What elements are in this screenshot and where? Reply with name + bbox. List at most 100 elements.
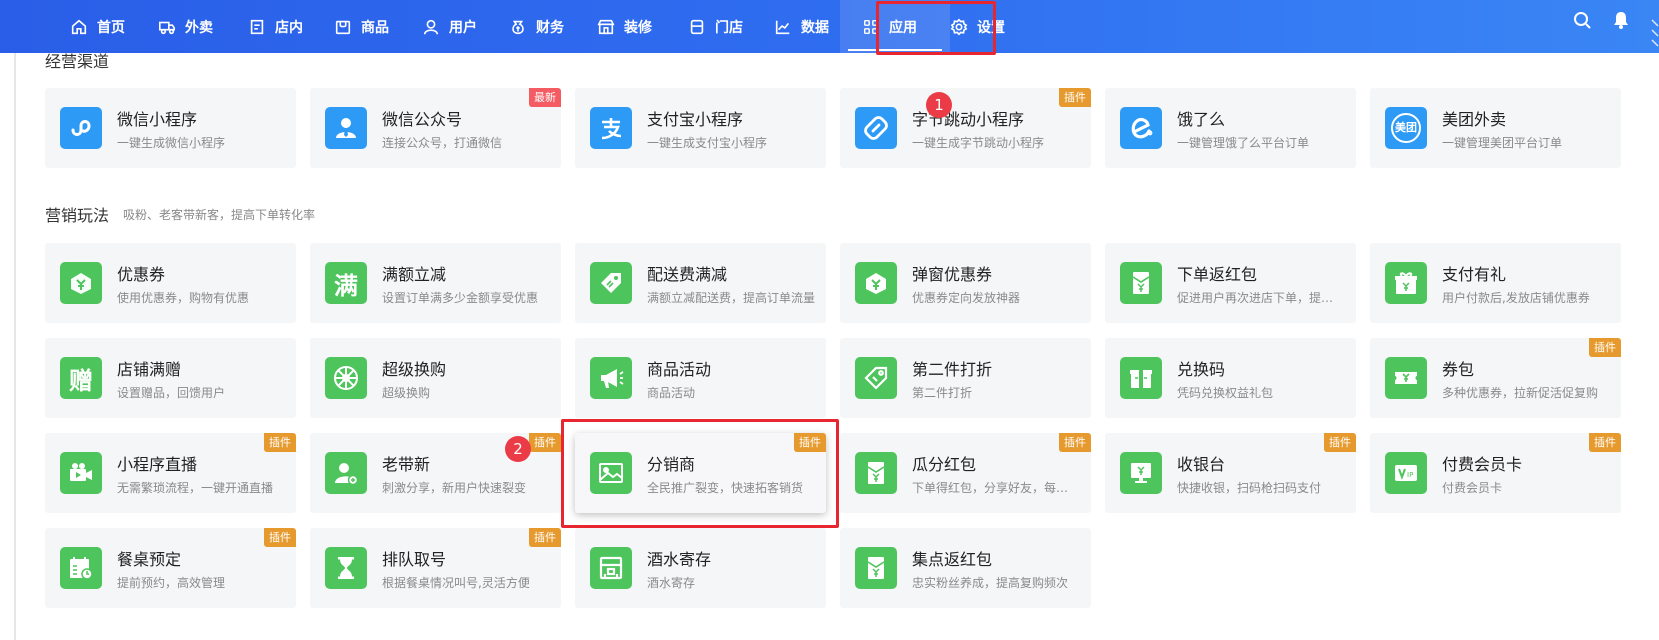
invite-user-icon — [325, 452, 367, 494]
nav-label: 店内 — [275, 19, 303, 36]
search-icon[interactable] — [1572, 10, 1592, 30]
meituan-icon: 美团 — [1385, 107, 1427, 149]
marketing-card-full-reduction[interactable]: 满 满额立减 设置订单满多少金额享受优惠 — [310, 243, 561, 323]
card-desc: 下单得红包，分享好友，每人领一份 — [912, 481, 1080, 495]
redeem-code-icon — [1120, 357, 1162, 399]
channel-card-wechat-mini[interactable]: 微信小程序 一键生成微信小程序 — [45, 88, 296, 168]
channel-card-eleme[interactable]: 饿了么 一键管理饿了么平台订单 — [1105, 88, 1356, 168]
cashier-icon — [1120, 452, 1162, 494]
marketing-card-coupon[interactable]: 优惠券 使用优惠券，购物有优惠 — [45, 243, 296, 323]
card-title: 老带新 — [382, 455, 431, 474]
channel-card-wechat-oa[interactable]: 微信公众号 连接公众号，打通微信 最新 — [310, 88, 561, 168]
marketing-card-live[interactable]: 小程序直播 无需繁琐流程，一键开通直播 插件 — [45, 433, 296, 513]
calendar-icon — [60, 547, 102, 589]
top-nav-bar: 首页 外卖 店内 商品 用户 财务 装修 门店 数据 应用 设置 — [0, 0, 1659, 53]
card-title: 下单返红包 — [1177, 265, 1258, 284]
card-title: 瓜分红包 — [912, 455, 977, 474]
card-desc: 满额立减配送费，提高订单流量 — [647, 291, 815, 305]
delivery-icon — [158, 21, 176, 34]
marketing-card-second-discount[interactable]: 第二件打折 第二件打折 — [840, 338, 1091, 418]
marketing-card-queue[interactable]: 排队取号 根据餐桌情况叫号,灵活方便 插件 — [310, 528, 561, 608]
discount-tag-icon — [855, 357, 897, 399]
marketing-card-popup-coupon[interactable]: 弹窗优惠券 优惠券定向发放神器 — [840, 243, 1091, 323]
channel-card-alipay-mini[interactable]: 支付宝小程序 一键生成支付宝小程序 — [575, 88, 826, 168]
alipay-icon — [590, 107, 632, 149]
marketing-card-product-activity[interactable]: 商品活动 商品活动 — [575, 338, 826, 418]
bell-icon[interactable] — [1611, 10, 1631, 30]
card-desc: 连接公众号，打通微信 — [382, 136, 503, 150]
nav-label: 用户 — [449, 19, 477, 36]
marketing-card-super-exchange[interactable]: 超级换购 超级换购 — [310, 338, 561, 418]
channel-card-meituan[interactable]: 美团 美团外卖 一键管理美团平台订单 — [1370, 88, 1621, 168]
card-title: 酒水寄存 — [647, 550, 712, 569]
marketing-card-drink-storage[interactable]: 酒水寄存 酒水寄存 — [575, 528, 826, 608]
home-icon — [71, 19, 87, 34]
marketing-card-delivery-fee[interactable]: 配送费满减 满额立减配送费，提高订单流量 — [575, 243, 826, 323]
hourglass-icon — [325, 547, 367, 589]
bytedance-icon — [855, 107, 897, 149]
nav-label: 财务 — [536, 19, 564, 36]
card-title: 超级换购 — [382, 360, 447, 379]
marketing-card-points-envelope[interactable]: 集点返红包 忠实粉丝养成，提高复购频次 — [840, 528, 1091, 608]
marketing-card-vip[interactable]: IP 付费会员卡 付费会员卡 插件 — [1370, 433, 1621, 513]
store-in-icon — [250, 19, 264, 34]
nav-item-data[interactable]: 数据 — [774, 0, 829, 53]
step-badge-1: 1 — [926, 92, 952, 118]
card-desc: 刺激分享，新用户快速裂变 — [382, 481, 527, 495]
nav-item-decoration[interactable]: 装修 — [597, 0, 652, 53]
full-reduction-glyph: 满 — [334, 271, 358, 300]
card-desc: 超级换购 — [382, 386, 431, 400]
scroll-handle-icon[interactable] — [1651, 0, 1659, 53]
marketing-card-coupon-pack[interactable]: 券包 多种优惠券，拉新促活促复购 插件 — [1370, 338, 1621, 418]
card-title: 集点返红包 — [912, 550, 993, 569]
card-desc: 优惠券定向发放神器 — [912, 291, 1021, 305]
nav-item-stores[interactable]: 门店 — [688, 0, 743, 53]
marketing-card-pay-gift[interactable]: 支付有礼 用户付款后,发放店铺优惠券 — [1370, 243, 1621, 323]
card-title: 微信公众号 — [382, 110, 463, 129]
nav-item-finance[interactable]: 财务 — [509, 0, 564, 53]
delivery-fee-tag-icon — [590, 262, 632, 304]
nav-item-in-store[interactable]: 店内 — [248, 0, 303, 53]
marketing-card-table-booking[interactable]: 餐桌预定 提前预约，高效管理 插件 — [45, 528, 296, 608]
card-desc: 一键生成支付宝小程序 — [647, 136, 768, 150]
card-title: 微信小程序 — [117, 110, 198, 129]
nav-item-users[interactable]: 用户 — [422, 0, 477, 53]
card-title: 支付宝小程序 — [647, 110, 744, 129]
card-title: 满额立减 — [382, 265, 447, 284]
plugin-badge: 插件 — [1324, 433, 1356, 452]
marketing-card-cashier[interactable]: 收银台 快捷收银，扫码枪扫码支付 插件 — [1105, 433, 1356, 513]
coupon-pack-icon — [1385, 357, 1427, 399]
plugin-badge: 插件 — [529, 528, 561, 547]
card-desc: 根据餐桌情况叫号,灵活方便 — [382, 576, 530, 590]
card-desc: 第二件打折 — [912, 386, 973, 400]
card-title: 配送费满减 — [647, 265, 728, 284]
user-icon — [423, 19, 439, 34]
plugin-badge: 插件 — [529, 433, 561, 452]
card-desc: 快捷收银，扫码枪扫码支付 — [1177, 481, 1322, 495]
nav-item-delivery[interactable]: 外卖 — [158, 0, 213, 53]
section-title-marketing: 营销玩法 — [45, 206, 110, 225]
marketing-card-order-envelope[interactable]: 下单返红包 促进用户再次进店下单，提升复购率 — [1105, 243, 1356, 323]
card-desc: 商品活动 — [647, 386, 696, 400]
coupon-icon — [60, 262, 102, 304]
storage-icon — [590, 547, 632, 589]
plugin-badge: 插件 — [1059, 88, 1091, 107]
marketing-card-split-envelope[interactable]: 瓜分红包 下单得红包，分享好友，每人领一份 插件 — [840, 433, 1091, 513]
shop-icon — [690, 19, 704, 34]
nav-item-home[interactable]: 首页 — [70, 0, 125, 53]
card-title: 美团外卖 — [1442, 110, 1507, 129]
highlight-box-apps — [876, 1, 996, 55]
official-account-icon — [325, 107, 367, 149]
card-title: 饿了么 — [1177, 110, 1226, 129]
card-desc: 用户付款后,发放店铺优惠券 — [1442, 291, 1590, 305]
sidebar-divider — [14, 53, 16, 640]
card-title: 收银台 — [1177, 455, 1226, 474]
marketing-card-store-gift[interactable]: 赠 店铺满赠 设置赠品，回馈用户 — [45, 338, 296, 418]
marketing-card-redeem-code[interactable]: 兑换码 凭码兑换权益礼包 — [1105, 338, 1356, 418]
nav-item-goods[interactable]: 商品 — [334, 0, 389, 53]
card-desc: 使用优惠券，购物有优惠 — [117, 291, 250, 305]
channel-card-bytedance-mini[interactable]: 字节跳动小程序 一键生成字节跳动小程序 插件 — [840, 88, 1091, 168]
vip-card-icon: IP — [1385, 452, 1427, 494]
svg-text:IP: IP — [1407, 471, 1413, 479]
step-badge-2: 2 — [505, 436, 531, 462]
